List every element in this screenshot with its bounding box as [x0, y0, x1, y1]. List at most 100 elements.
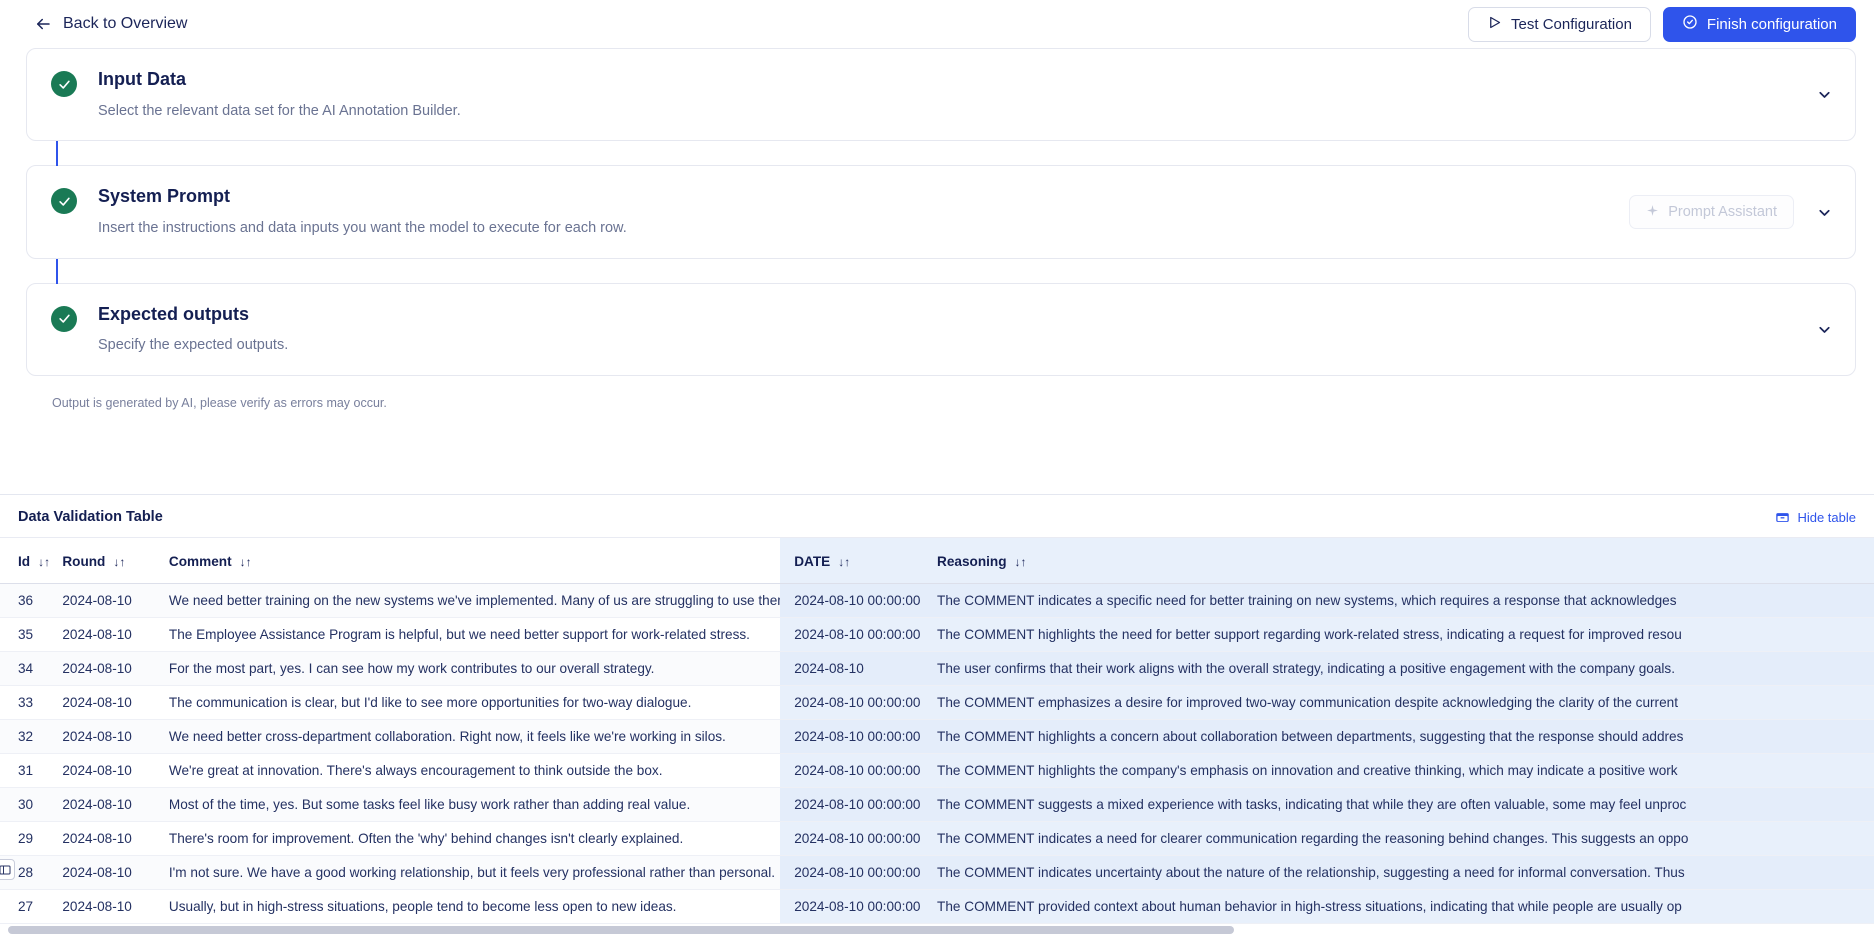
- step-card-body: System Prompt Insert the instructions an…: [98, 186, 1613, 237]
- step-card-input-data[interactable]: Input Data Select the relevant data set …: [26, 48, 1856, 142]
- cell-reasoning: The COMMENT suggests a mixed experience …: [931, 787, 1874, 823]
- hide-table-button[interactable]: Hide table: [1775, 510, 1856, 525]
- finish-configuration-button[interactable]: Finish configuration: [1662, 6, 1856, 42]
- cell-round: 2024-08-10: [62, 855, 169, 891]
- column-label: Id: [18, 554, 31, 570]
- cell-id: 36: [0, 583, 63, 619]
- cell-id: 31: [0, 753, 63, 789]
- cell-reasoning: The COMMENT provided context about human…: [931, 889, 1874, 925]
- table-row[interactable]: 33 2024-08-10 The communication is clear, …: [0, 685, 1874, 721]
- check-circle-filled-icon: [51, 71, 77, 97]
- table-row[interactable]: 30 2024-08-10 Most of the time, yes. But s…: [0, 787, 1874, 823]
- column-label: Round: [62, 554, 106, 570]
- cell-reasoning: The COMMENT highlights a concern about c…: [931, 719, 1874, 755]
- cell-date: 2024-08-10 00:00:00: [780, 617, 932, 653]
- top-toolbar: Back to Overview Test Configuration Fini…: [0, 0, 1874, 48]
- cell-id: 33: [0, 685, 63, 721]
- horizontal-scrollbar[interactable]: [0, 924, 1874, 934]
- cell-comment: We're great at innovation. There's alway…: [168, 753, 781, 789]
- cell-date: 2024-08-10: [780, 651, 932, 687]
- hide-table-label: Hide table: [1797, 509, 1856, 525]
- cell-reasoning: The COMMENT indicates uncertainty about …: [931, 855, 1874, 891]
- table-row[interactable]: 28 2024-08-10 I'm not sure. We have a good…: [0, 855, 1874, 891]
- column-header-round[interactable]: Round ↓↑: [62, 538, 169, 585]
- table-row[interactable]: 36 2024-08-10 We need better training on t…: [0, 583, 1874, 619]
- cell-round: 2024-08-10: [62, 583, 169, 619]
- column-header-id[interactable]: Id ↓↑: [0, 538, 63, 585]
- cell-date: 2024-08-10 00:00:00: [780, 787, 932, 823]
- cell-comment: There's room for improvement. Often the …: [168, 821, 781, 857]
- play-icon: [1487, 15, 1502, 34]
- cell-round: 2024-08-10: [62, 787, 169, 823]
- back-to-overview-label: Back to Overview: [63, 15, 188, 32]
- scrollbar-thumb[interactable]: [8, 926, 1235, 934]
- table-row[interactable]: 27 2024-08-10 Usually, but in high-stress …: [0, 889, 1874, 925]
- cell-round: 2024-08-10: [62, 719, 169, 755]
- cell-reasoning: The COMMENT emphasizes a desire for impr…: [931, 685, 1874, 721]
- table-scroll-region[interactable]: Id ↓↑ Round ↓↑ Comment ↓↑ DATE ↓↑ Reasoning ↓: [0, 537, 1874, 925]
- cell-round: 2024-08-10: [62, 821, 169, 857]
- table-row[interactable]: 29 2024-08-10 There's room for improvement…: [0, 821, 1874, 857]
- table-panel-header: Data Validation Table Hide table: [0, 495, 1874, 537]
- step-card-body: Input Data Select the relevant data set …: [98, 69, 1800, 120]
- sort-icon[interactable]: ↓↑: [1015, 555, 1027, 569]
- column-header-date[interactable]: DATE ↓↑: [780, 538, 932, 585]
- column-header-comment[interactable]: Comment ↓↑: [168, 538, 781, 585]
- data-validation-panel: Data Validation Table Hide table Id ↓↑ R…: [0, 495, 1874, 934]
- cell-comment: Usually, but in high-stress situations, …: [168, 889, 781, 925]
- cell-date: 2024-08-10 00:00:00: [780, 583, 932, 619]
- step-title: Input Data: [98, 69, 186, 89]
- step-card-controls: [1816, 86, 1833, 103]
- column-label: Comment: [168, 554, 232, 570]
- sort-icon[interactable]: ↓↑: [838, 555, 850, 569]
- step-title: Expected outputs: [98, 303, 250, 324]
- table-body: 36 2024-08-10 We need better training on t…: [0, 583, 1874, 925]
- back-to-overview-link[interactable]: Back to Overview: [34, 15, 187, 33]
- cell-date: 2024-08-10 00:00:00: [780, 753, 932, 789]
- cell-id: 34: [0, 651, 63, 687]
- step-subtitle: Select the relevant data set for the AI …: [98, 102, 461, 119]
- column-header-reasoning[interactable]: Reasoning ↓↑: [931, 538, 1874, 585]
- cell-reasoning: The COMMENT indicates a need for clearer…: [931, 821, 1874, 857]
- column-label: Reasoning: [937, 554, 1007, 570]
- prompt-assistant-label: Prompt Assistant: [1668, 204, 1777, 221]
- chevron-down-icon[interactable]: [1816, 321, 1833, 338]
- chevron-down-icon[interactable]: [1816, 204, 1833, 221]
- table-row[interactable]: 31 2024-08-10 We're great at innovation. T…: [0, 753, 1874, 789]
- table-row[interactable]: 35 2024-08-10 The Employee Assistance Prog…: [0, 617, 1874, 653]
- cell-comment: We need better cross-department collabor…: [168, 719, 781, 755]
- cell-round: 2024-08-10: [62, 889, 169, 925]
- column-label: DATE: [794, 554, 831, 570]
- table-head: Id ↓↑ Round ↓↑ Comment ↓↑ DATE ↓↑ Reasoning ↓: [0, 538, 1874, 585]
- test-configuration-button[interactable]: Test Configuration: [1468, 6, 1651, 42]
- page-root: Back to Overview Test Configuration Fini…: [0, 0, 1874, 934]
- cell-comment: For the most part, yes. I can see how my…: [168, 651, 781, 687]
- cell-comment: We need better training on the new syste…: [168, 583, 781, 619]
- prompt-assistant-button[interactable]: Prompt Assistant: [1629, 195, 1794, 230]
- cell-comment: The Employee Assistance Program is helpf…: [168, 617, 781, 653]
- chevron-down-icon[interactable]: [1816, 86, 1833, 103]
- cell-id: 32: [0, 719, 63, 755]
- sort-icon[interactable]: ↓↑: [240, 555, 252, 569]
- step-card-expected-outputs[interactable]: Expected outputs Specify the expected ou…: [26, 258, 1856, 377]
- spacer: [0, 410, 1874, 495]
- table-row[interactable]: 34 2024-08-10 For the most part, yes. I ca…: [0, 651, 1874, 687]
- cell-date: 2024-08-10 00:00:00: [780, 889, 932, 925]
- check-circle-icon: [1682, 14, 1698, 34]
- cell-date: 2024-08-10 00:00:00: [780, 685, 932, 721]
- ai-disclaimer: Output is generated by AI, please verify…: [52, 396, 387, 411]
- check-circle-filled-icon: [51, 305, 77, 332]
- table-title: Data Validation Table: [18, 509, 163, 526]
- cell-reasoning: The user confirms that their work aligns…: [931, 651, 1874, 687]
- cell-round: 2024-08-10: [62, 651, 169, 687]
- configuration-steps: Input Data Select the relevant data set …: [0, 48, 1874, 410]
- step-card-body: Expected outputs Specify the expected ou…: [98, 304, 1800, 355]
- panel-toggle-icon[interactable]: [0, 859, 15, 880]
- step-subtitle: Specify the expected outputs.: [98, 337, 289, 354]
- sort-icon[interactable]: ↓↑: [113, 555, 125, 569]
- step-card-system-prompt[interactable]: System Prompt Insert the instructions an…: [26, 141, 1856, 259]
- hide-table-icon: [1775, 510, 1790, 525]
- table-row[interactable]: 32 2024-08-10 We need better cross-departm…: [0, 719, 1874, 755]
- sort-icon[interactable]: ↓↑: [38, 555, 50, 569]
- cell-comment: I'm not sure. We have a good working rel…: [168, 855, 781, 891]
